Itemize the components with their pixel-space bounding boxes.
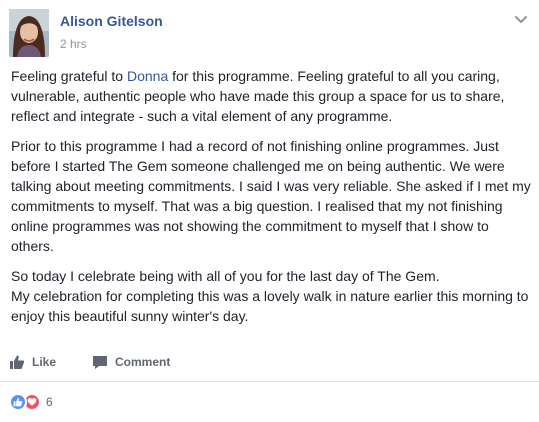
comment-button[interactable]: Comment [92, 352, 170, 372]
post-paragraph: Prior to this programme I had a record o… [11, 138, 531, 254]
post-header: Alison Gitelson 2 hrs [9, 9, 529, 57]
post-actions: Like Comment [9, 343, 529, 377]
like-label: Like [32, 355, 57, 369]
post-paragraph: Feeling grateful to Donna for this progr… [11, 66, 531, 126]
post-timestamp[interactable]: 2 hrs [60, 37, 87, 51]
avatar-photo [9, 9, 49, 57]
chevron-down-icon[interactable] [513, 11, 529, 27]
author-avatar[interactable] [9, 9, 49, 57]
reaction-count: 6 [46, 395, 53, 409]
comment-label: Comment [115, 355, 171, 369]
reactions-summary[interactable]: 6 [9, 391, 53, 413]
divider [0, 381, 539, 382]
paragraph-text: Feeling grateful to [11, 68, 127, 84]
author-name[interactable]: Alison Gitelson [60, 13, 163, 29]
post-body: Feeling grateful to Donna for this progr… [11, 66, 531, 336]
mention-link[interactable]: Donna [127, 68, 168, 84]
post-paragraph: So today I celebrate being with all of y… [11, 268, 529, 324]
like-reaction-icon [9, 393, 27, 411]
thumbs-up-icon [10, 355, 25, 369]
post-card: Alison Gitelson 2 hrs Feeling grateful t… [0, 0, 539, 422]
like-button[interactable]: Like [9, 352, 56, 372]
comment-icon [93, 356, 107, 369]
